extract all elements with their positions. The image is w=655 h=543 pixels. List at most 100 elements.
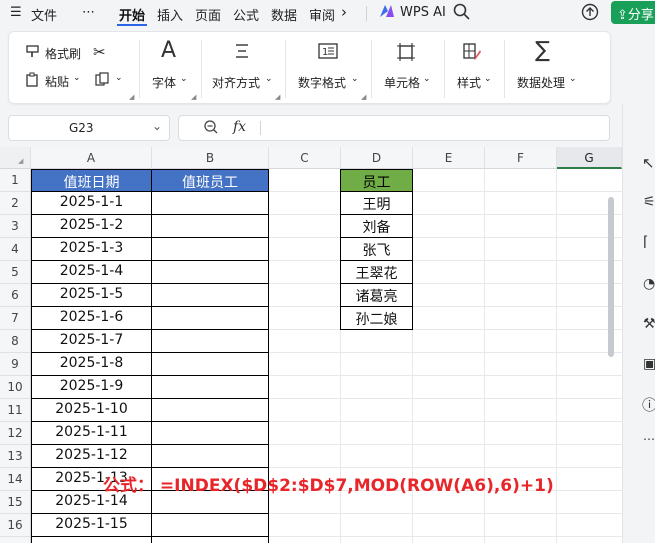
tab-formula[interactable]: 公式 <box>233 5 259 24</box>
employee-cell[interactable]: 孙二娘 <box>340 309 413 329</box>
date-cell[interactable]: 2025-1-10 <box>31 401 152 417</box>
name-box[interactable]: G23 ⌄ <box>8 115 170 141</box>
row-header-7[interactable]: 7 <box>0 307 31 330</box>
column-header-c[interactable]: C <box>269 147 341 169</box>
date-cell[interactable]: 2025-1-5 <box>31 286 152 302</box>
wps-ai-button[interactable]: WPS AI <box>400 5 446 20</box>
copy-icon[interactable] <box>95 72 110 90</box>
row-header-12[interactable]: 12 <box>0 422 31 445</box>
file-menu[interactable]: 文件 <box>31 5 57 24</box>
date-cell[interactable]: 2025-1-15 <box>31 516 152 532</box>
font-expand-icon[interactable]: ◢ <box>191 93 196 101</box>
bracket-icon[interactable]: ⌈ <box>643 234 648 250</box>
search-icon[interactable] <box>453 3 470 24</box>
cut-icon[interactable]: ✂ <box>93 43 106 61</box>
date-cell[interactable]: 2025-1-2 <box>31 217 152 233</box>
font-group-button[interactable]: 字体 <box>152 74 176 91</box>
format-painter-icon[interactable] <box>25 44 40 62</box>
tab-data[interactable]: 数据 <box>271 5 297 24</box>
more-options-icon[interactable]: ⋯ <box>643 432 655 446</box>
select-all-corner[interactable] <box>0 147 31 169</box>
help-icon[interactable]: ⓘ <box>642 394 655 415</box>
row-header-17[interactable] <box>0 537 31 543</box>
column-header-e[interactable]: E <box>413 147 485 169</box>
row-header-15[interactable]: 15 <box>0 491 31 514</box>
vertical-scrollbar[interactable] <box>608 197 614 357</box>
number-format-icon[interactable]: 1 <box>318 42 338 63</box>
save-icon[interactable]: ▣ <box>643 356 655 372</box>
date-cell[interactable]: 2025-1-4 <box>31 263 152 279</box>
fx-icon[interactable]: fx <box>233 119 246 135</box>
paste-dropdown-icon[interactable]: ⌄ <box>73 73 81 83</box>
more-icon[interactable]: ⋯ <box>82 5 95 20</box>
zoom-icon[interactable] <box>203 119 219 139</box>
employee-cell[interactable]: 王明 <box>340 194 413 214</box>
row-header-5[interactable]: 5 <box>0 261 31 284</box>
format-painter-button[interactable]: 格式刷 <box>45 45 81 62</box>
row-header-1[interactable]: 1 <box>0 169 31 192</box>
paste-icon[interactable] <box>25 72 40 90</box>
row-header-8[interactable]: 8 <box>0 330 31 353</box>
paste-button[interactable]: 粘贴 <box>45 73 69 90</box>
column-header-a[interactable]: A <box>31 147 152 169</box>
column-header-f[interactable]: F <box>485 147 557 169</box>
date-cell[interactable]: 2025-1-7 <box>31 332 152 348</box>
alignment-expand-icon[interactable]: ◢ <box>275 93 280 101</box>
employee-cell[interactable]: 诸葛亮 <box>340 286 413 306</box>
font-icon[interactable]: A <box>161 38 176 63</box>
row-header-9[interactable]: 9 <box>0 353 31 376</box>
adjust-icon[interactable]: ⚟ <box>643 194 655 210</box>
date-cell[interactable]: 2025-1-3 <box>31 240 152 256</box>
date-cell[interactable]: 2025-1-9 <box>31 378 152 394</box>
formula-input[interactable]: fx <box>178 115 610 141</box>
row-header-13[interactable]: 13 <box>0 445 31 468</box>
tab-home[interactable]: 开始 <box>119 5 145 24</box>
date-cell[interactable]: 2025-1-8 <box>31 355 152 371</box>
row-header-11[interactable]: 11 <box>0 399 31 422</box>
styles-group-button[interactable]: 样式 <box>457 74 481 91</box>
cloud-upload-icon[interactable] <box>581 3 599 25</box>
column-header-g[interactable]: G <box>557 147 622 169</box>
row-header-10[interactable]: 10 <box>0 376 31 399</box>
wps-ai-logo-icon[interactable] <box>379 4 395 22</box>
share-button[interactable]: ⇪分享 <box>611 1 655 24</box>
data-processing-group-button[interactable]: 数据处理 <box>517 74 565 91</box>
table-header-staff[interactable]: 值班员工 <box>151 169 269 192</box>
tools-icon[interactable]: ⚒ <box>643 316 655 332</box>
column-header-d[interactable]: D <box>341 147 413 169</box>
clipboard-expand-icon[interactable]: ◢ <box>129 93 134 101</box>
employee-cell[interactable]: 刘备 <box>340 217 413 237</box>
row-header-16[interactable]: 16 <box>0 514 31 537</box>
number-format-expand-icon[interactable]: ◢ <box>361 93 366 101</box>
sigma-icon[interactable]: ∑ <box>535 38 550 63</box>
cell-icon[interactable] <box>396 42 416 65</box>
pointer-icon[interactable]: ↖ <box>642 154 655 172</box>
number-format-group-button[interactable]: 数字格式 <box>298 74 346 91</box>
align-icon[interactable] <box>233 42 251 63</box>
row-header-4[interactable]: 4 <box>0 238 31 261</box>
tab-page[interactable]: 页面 <box>195 5 221 24</box>
hamburger-icon[interactable]: ☰ <box>10 5 22 20</box>
chevron-down-icon[interactable]: ⌄ <box>152 119 162 133</box>
chevron-right-icon[interactable]: › <box>341 3 347 21</box>
tab-insert[interactable]: 插入 <box>157 5 183 24</box>
date-cell[interactable]: 2025-1-12 <box>31 447 152 463</box>
row-header-3[interactable]: 3 <box>0 215 31 238</box>
employee-cell[interactable]: 王翠花 <box>340 263 413 283</box>
cells-group-button[interactable]: 单元格 <box>384 74 420 91</box>
style-icon[interactable] <box>462 42 482 65</box>
row-header-6[interactable]: 6 <box>0 284 31 307</box>
alignment-group-button[interactable]: 对齐方式 <box>212 74 260 91</box>
date-cell[interactable]: 2025-1-11 <box>31 424 152 440</box>
shape-icon[interactable]: ◔ <box>643 276 655 292</box>
date-cell[interactable]: 2025-1-1 <box>31 194 152 210</box>
row-header-2[interactable]: 2 <box>0 192 31 215</box>
row-header-14[interactable]: 14 <box>0 468 31 491</box>
copy-dropdown-icon[interactable]: ⌄ <box>115 73 123 83</box>
column-header-b[interactable]: B <box>152 147 269 169</box>
tab-review[interactable]: 审阅 <box>309 5 335 24</box>
employee-header[interactable]: 员工 <box>340 169 413 192</box>
date-cell[interactable]: 2025-1-6 <box>31 309 152 325</box>
table-header-date[interactable]: 值班日期 <box>31 169 152 192</box>
employee-cell[interactable]: 张飞 <box>340 240 413 260</box>
